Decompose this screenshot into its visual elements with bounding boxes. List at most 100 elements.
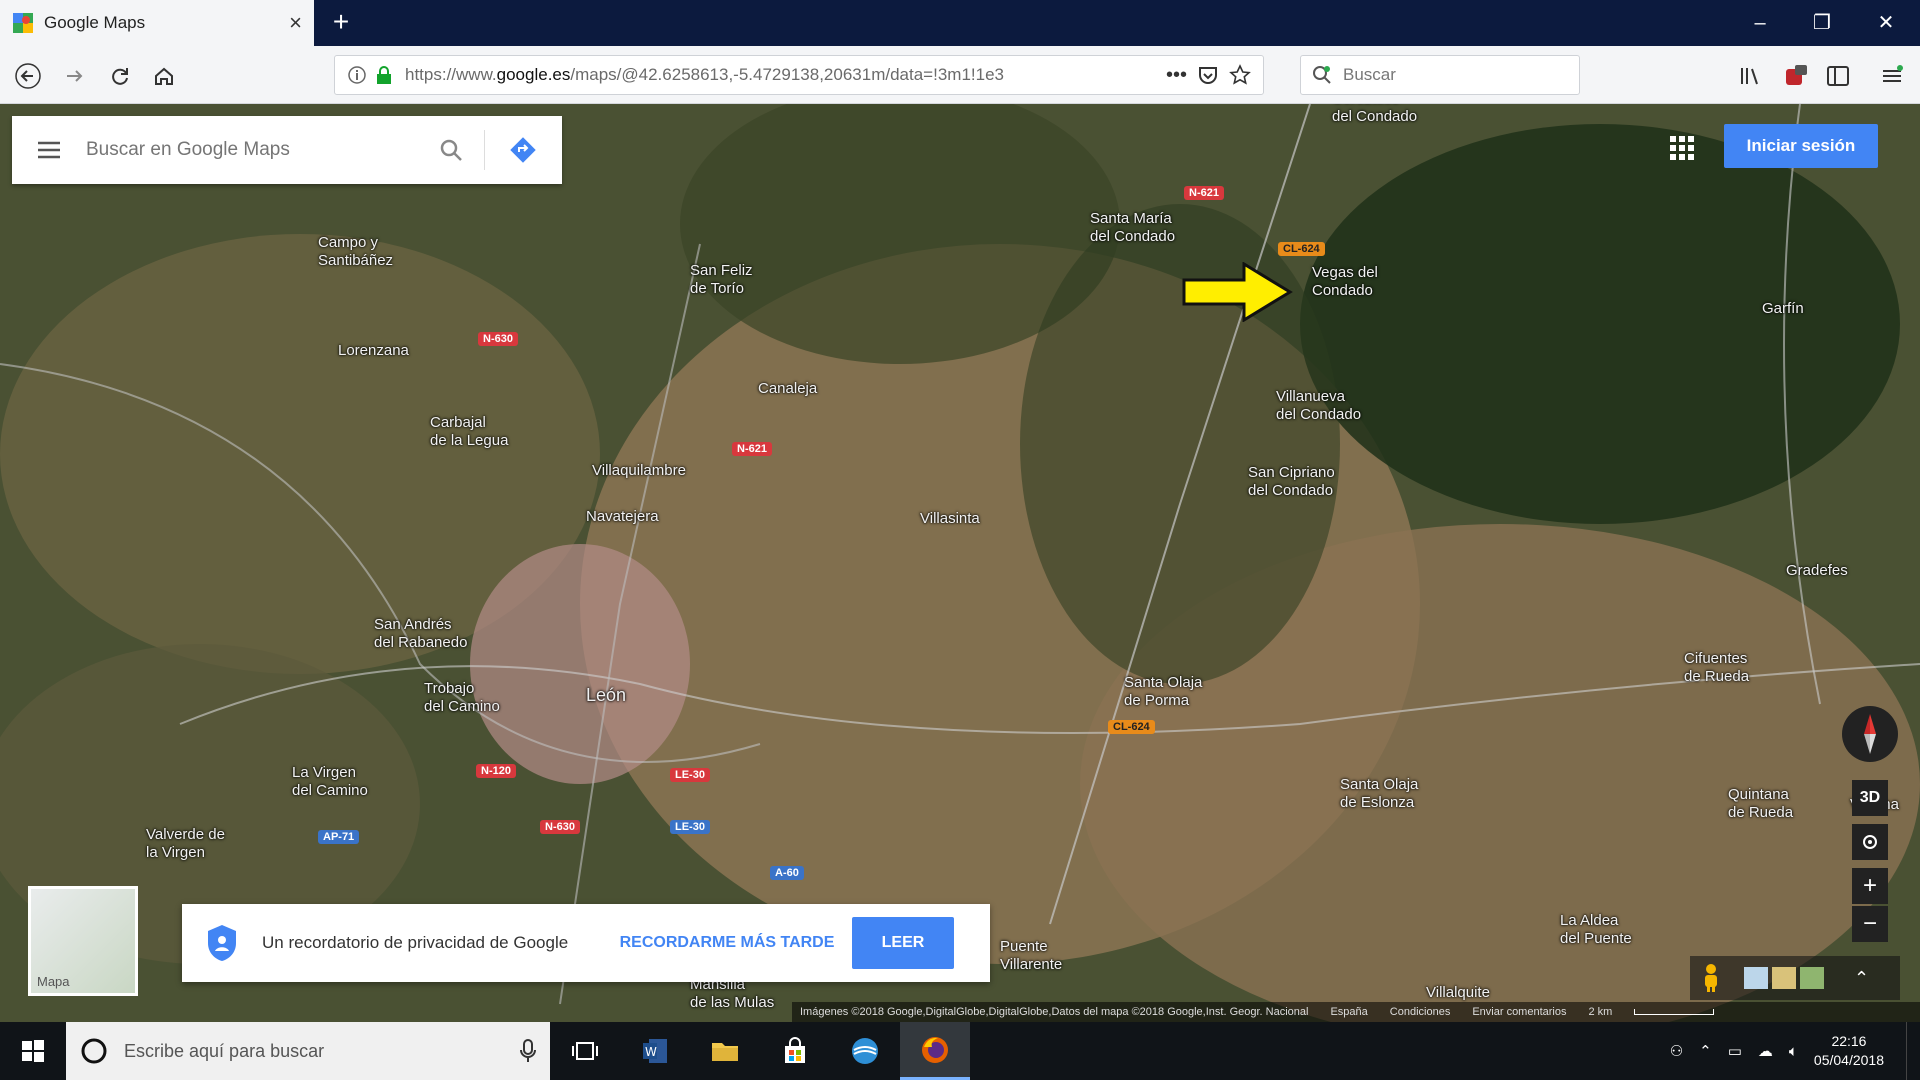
compass-icon[interactable] xyxy=(1840,704,1900,764)
close-window-button[interactable]: ✕ xyxy=(1866,8,1906,38)
layer-thumb[interactable] xyxy=(1800,967,1824,989)
place-label[interactable]: León xyxy=(586,686,626,704)
zoom-in-button[interactable]: + xyxy=(1852,868,1888,904)
microphone-icon[interactable] xyxy=(520,1039,536,1063)
url-text[interactable]: https://www.google.es/maps/@42.6258613,-… xyxy=(405,65,1156,85)
directions-icon[interactable] xyxy=(493,135,553,165)
place-label[interactable]: Gradefes xyxy=(1786,562,1848,580)
place-label[interactable]: Cerezales del Condado xyxy=(1332,104,1417,126)
taskbar-search[interactable]: Escribe aquí para buscar xyxy=(66,1022,550,1080)
maps-menu-icon[interactable] xyxy=(12,140,86,160)
start-button[interactable] xyxy=(0,1022,66,1080)
feedback-link[interactable]: Enviar comentarios xyxy=(1472,1006,1566,1018)
menu-hamburger-icon[interactable] xyxy=(1878,62,1906,90)
place-label[interactable]: Villasinta xyxy=(920,510,980,528)
maps-search-box xyxy=(12,116,562,184)
scale-bar xyxy=(1634,1009,1715,1015)
place-label[interactable]: Cifuentes de Rueda xyxy=(1684,650,1749,686)
satellite-imagery xyxy=(0,104,1920,1022)
place-label[interactable]: Garfín xyxy=(1762,300,1804,318)
layer-thumb[interactable] xyxy=(1772,967,1796,989)
country-link[interactable]: España xyxy=(1330,1006,1367,1018)
my-location-icon xyxy=(1863,835,1877,849)
layer-thumb[interactable] xyxy=(1744,967,1768,989)
place-label[interactable]: Santa Olaja de Porma xyxy=(1124,674,1202,710)
road-badge: CL-624 xyxy=(1108,720,1155,734)
search-icon[interactable] xyxy=(426,138,476,162)
divider xyxy=(484,130,485,170)
home-button[interactable] xyxy=(148,60,180,92)
minimize-button[interactable]: – xyxy=(1740,8,1780,38)
scale-label[interactable]: 2 km xyxy=(1588,1006,1612,1018)
clock[interactable]: 22:16 05/04/2018 xyxy=(1814,1032,1884,1070)
place-label[interactable]: San Andrés del Rabanedo xyxy=(374,616,467,652)
app-button[interactable] xyxy=(830,1022,900,1080)
place-label[interactable]: La Aldea del Puente xyxy=(1560,912,1632,948)
place-label[interactable]: Villalquite xyxy=(1426,984,1490,1002)
place-label[interactable]: Campo y Santibáñez xyxy=(318,234,393,270)
taskbar-search-placeholder: Escribe aquí para buscar xyxy=(124,1040,325,1061)
reload-icon xyxy=(112,68,128,85)
extension-icon[interactable] xyxy=(1782,62,1810,90)
place-label[interactable]: Canaleja xyxy=(758,380,817,398)
page-actions-icon[interactable]: ••• xyxy=(1166,64,1187,87)
my-location-button[interactable] xyxy=(1852,824,1888,860)
place-label[interactable]: San Cipriano del Condado xyxy=(1248,464,1335,500)
browser-search-bar[interactable]: Buscar xyxy=(1300,55,1580,95)
pocket-icon[interactable] xyxy=(1197,64,1219,86)
people-icon[interactable]: ⚇ xyxy=(1670,1042,1683,1060)
place-label[interactable]: Santa Olaja de Eslonza xyxy=(1340,776,1418,812)
map-canvas[interactable]: Cerezales del Condado Santa María del Co… xyxy=(0,104,1920,1022)
library-icon[interactable] xyxy=(1736,62,1764,90)
place-label[interactable]: Lorenzana xyxy=(338,342,409,360)
place-label[interactable]: Carbajal de la Legua xyxy=(430,414,508,450)
zoom-out-button[interactable]: − xyxy=(1852,906,1888,942)
read-button[interactable]: LEER xyxy=(852,917,954,969)
place-label[interactable]: Villanueva del Condado xyxy=(1276,388,1361,424)
3d-toggle-button[interactable]: 3D xyxy=(1852,780,1888,816)
pegman-icon[interactable] xyxy=(1698,963,1724,993)
firefox-icon xyxy=(922,1036,948,1063)
place-label[interactable]: Trobajo del Camino xyxy=(424,680,500,716)
place-label[interactable]: Valverde de la Virgen xyxy=(146,826,225,862)
google-apps-grid-icon[interactable] xyxy=(1668,134,1696,162)
place-label[interactable]: Navatejera xyxy=(586,508,659,526)
place-label[interactable]: Villaquilambre xyxy=(592,462,686,480)
maps-search-input[interactable] xyxy=(86,139,426,161)
place-label[interactable]: San Feliz de Torío xyxy=(690,262,753,298)
map-type-toggle[interactable]: Mapa xyxy=(28,886,138,996)
forward-button[interactable] xyxy=(58,60,90,92)
firefox-app-button[interactable] xyxy=(900,1022,970,1080)
place-label[interactable]: Puente Villarente xyxy=(1000,938,1062,974)
tab-close-icon[interactable]: × xyxy=(289,10,302,36)
forward-arrow-icon xyxy=(67,70,83,82)
show-desktop-button[interactable] xyxy=(1906,1022,1910,1080)
expand-icon[interactable]: ⌃ xyxy=(1854,968,1869,989)
place-label[interactable]: Vegas del Condado xyxy=(1312,264,1378,300)
browser-tab[interactable]: Google Maps × xyxy=(0,0,314,46)
terms-link[interactable]: Condiciones xyxy=(1390,1006,1451,1018)
folder-icon xyxy=(712,1043,738,1061)
reload-button[interactable] xyxy=(104,60,136,92)
new-tab-button[interactable]: + xyxy=(326,7,356,37)
bookmark-star-icon[interactable] xyxy=(1229,64,1251,86)
place-label[interactable]: La Virgen del Camino xyxy=(292,764,368,800)
cloud-icon[interactable]: ☁ xyxy=(1758,1042,1773,1060)
word-app-button[interactable]: W xyxy=(620,1022,690,1080)
url-bar[interactable]: https://www.google.es/maps/@42.6258613,-… xyxy=(334,55,1264,95)
sign-in-button[interactable]: Iniciar sesión xyxy=(1724,124,1878,168)
place-label[interactable]: Quintana de Rueda xyxy=(1728,786,1793,822)
battery-icon[interactable]: ▭ xyxy=(1728,1042,1742,1060)
sidebar-icon[interactable] xyxy=(1824,62,1852,90)
restore-button[interactable]: ❐ xyxy=(1802,8,1842,38)
road-badge: N-630 xyxy=(478,332,518,346)
back-button[interactable] xyxy=(12,60,44,92)
place-label[interactable]: Santa María del Condado xyxy=(1090,210,1175,246)
volume-icon[interactable]: 🔈︎ xyxy=(1789,1043,1798,1060)
info-icon[interactable] xyxy=(347,65,367,85)
chevron-up-icon[interactable]: ⌃ xyxy=(1699,1042,1712,1060)
file-explorer-button[interactable] xyxy=(690,1022,760,1080)
remind-later-button[interactable]: RECORDARME MÁS TARDE xyxy=(602,934,852,952)
store-button[interactable] xyxy=(760,1022,830,1080)
task-view-button[interactable] xyxy=(550,1022,620,1080)
